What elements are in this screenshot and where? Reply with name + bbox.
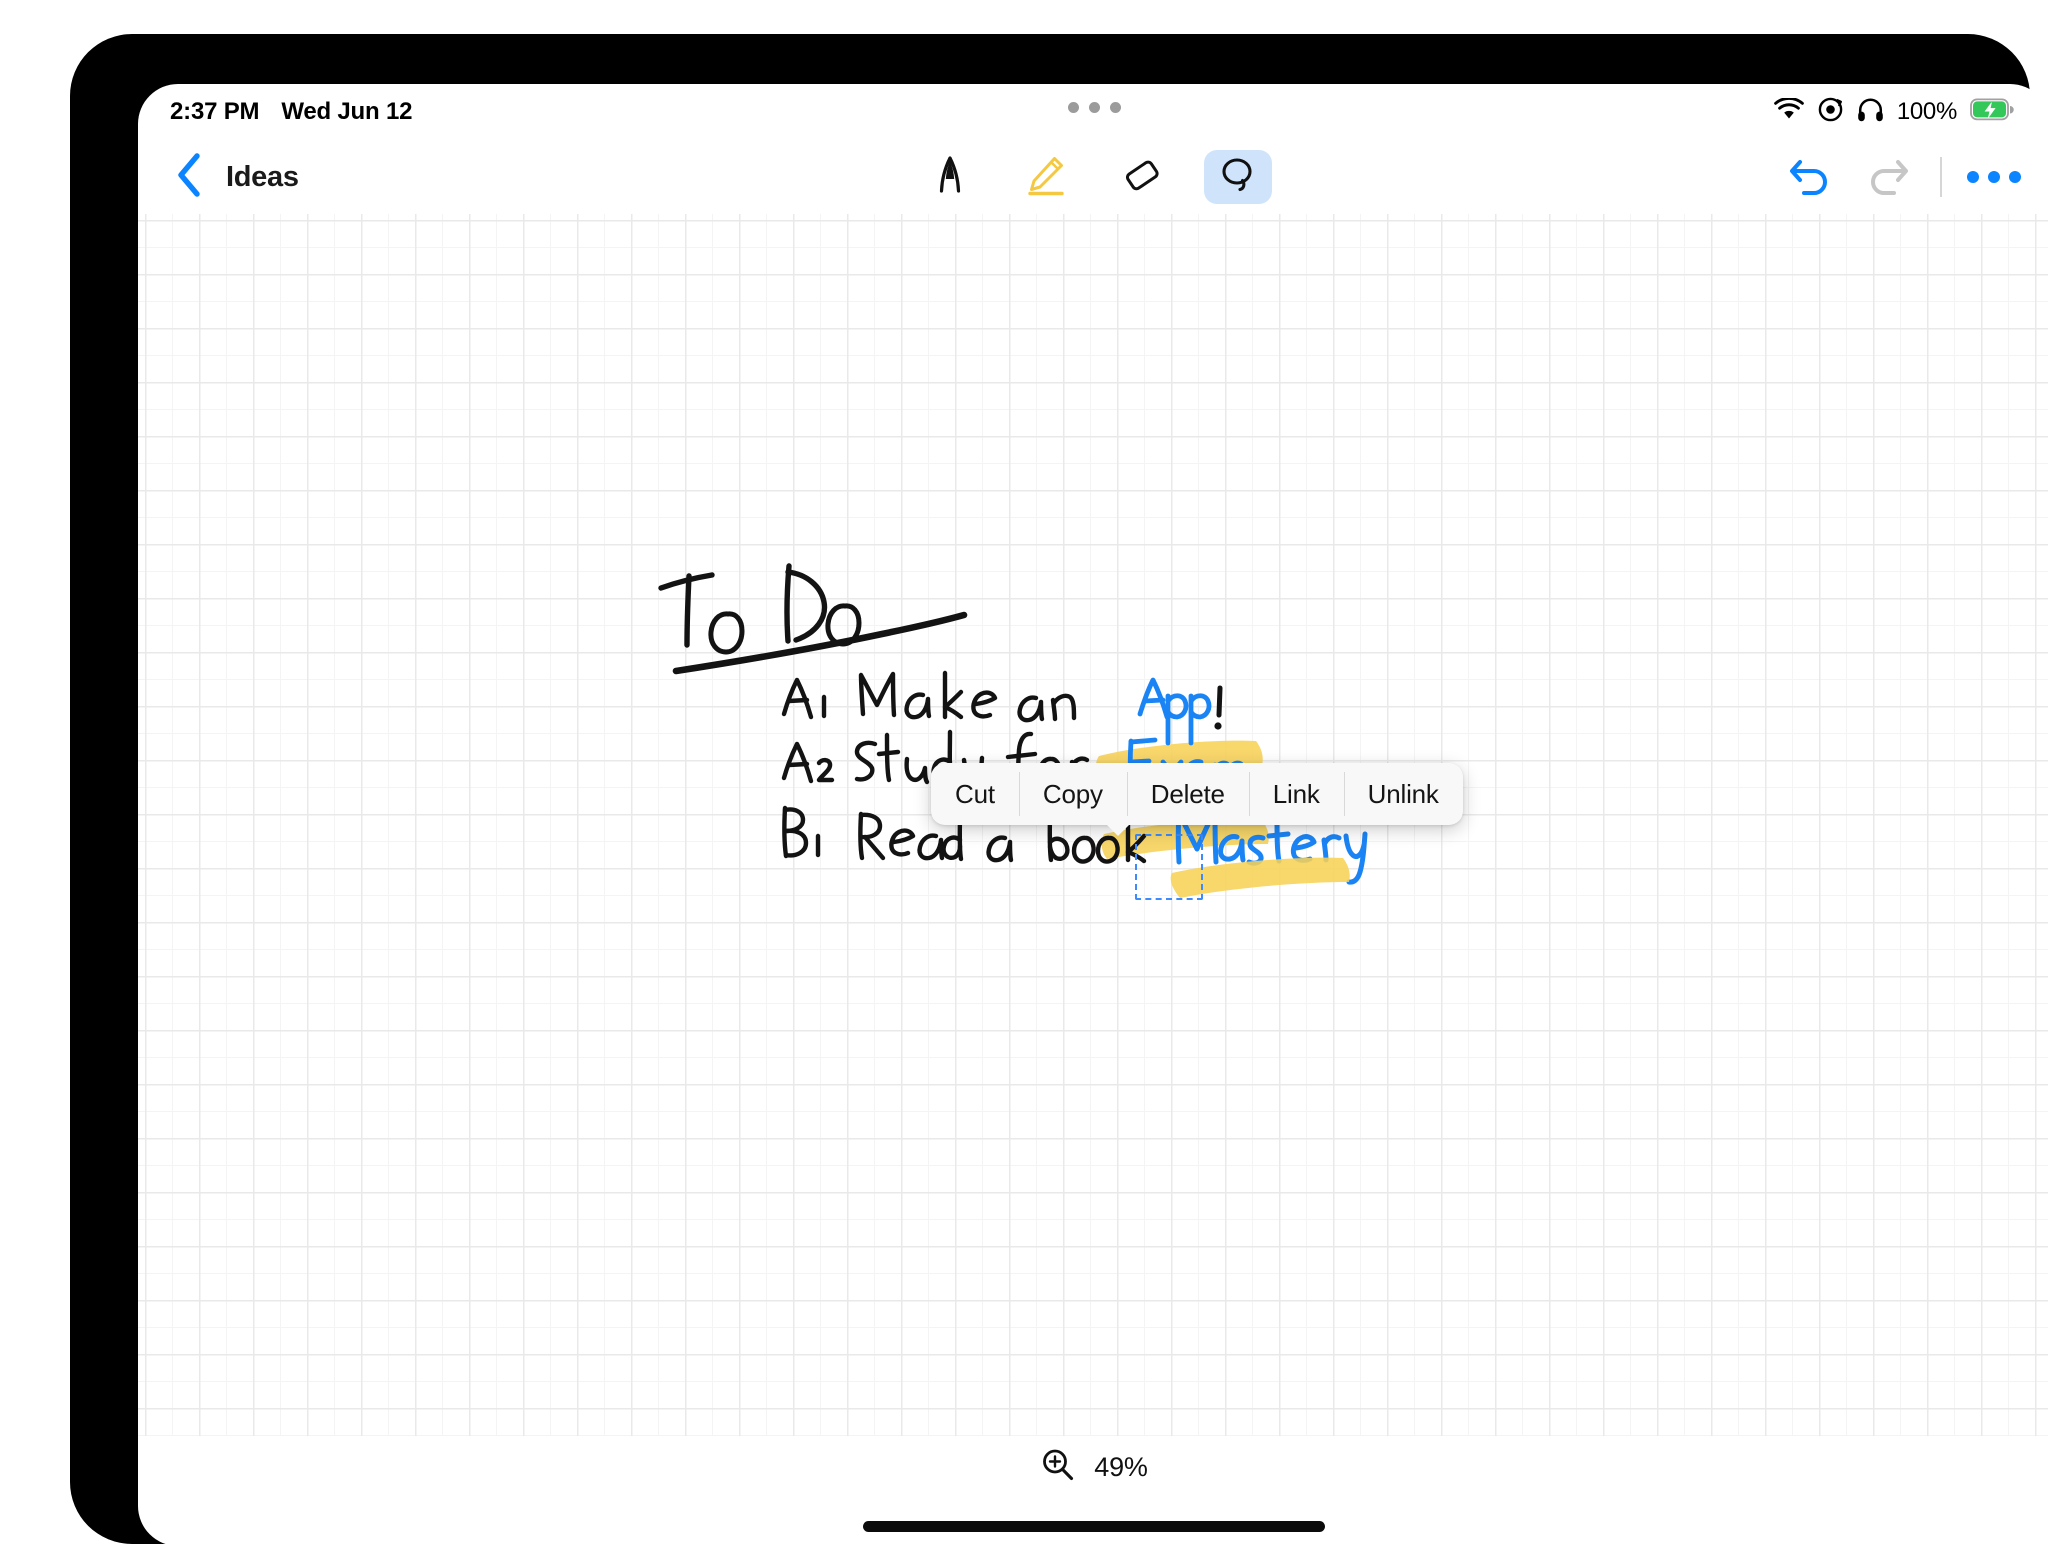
undo-button[interactable] — [1784, 151, 1836, 203]
status-time: 2:37 PM — [170, 98, 260, 125]
ipad-screen: 2:37 PM Wed Jun 12 100% Ideas Cut Copy D… — [138, 84, 2048, 1546]
context-menu-item-copy[interactable]: Copy — [1018, 763, 1127, 825]
page-title: Ideas — [226, 160, 299, 193]
status-bar-right: 100% — [1773, 96, 2014, 128]
handwriting-link-app — [1137, 677, 1212, 746]
more-options-button[interactable] — [1967, 151, 2021, 203]
multitask-dot — [1109, 102, 1121, 113]
headphones-icon — [1857, 97, 1884, 128]
battery-percent: 100% — [1896, 98, 1957, 125]
lasso-selection-box[interactable] — [1135, 834, 1203, 900]
pen-nib-icon — [933, 155, 967, 200]
battery-charging-icon — [1970, 98, 2014, 126]
zoom-in-magnifier-icon[interactable] — [1040, 1447, 1076, 1488]
status-bar-left: 2:37 PM Wed Jun 12 — [170, 98, 412, 126]
zoom-level-label: 49% — [1094, 1451, 1148, 1482]
lasso-tool-button[interactable] — [1204, 150, 1272, 204]
handwriting-ink-layer — [658, 563, 1368, 898]
multitask-dot — [1088, 102, 1100, 113]
redo-button[interactable] — [1862, 151, 1914, 203]
lasso-icon — [1218, 155, 1258, 200]
zoom-control-bar: 49% — [138, 1436, 2048, 1498]
context-menu-item-delete[interactable]: Delete — [1126, 763, 1249, 825]
more-options-icon — [1967, 171, 2021, 183]
toolbar-divider — [1940, 157, 1942, 197]
redo-arrow-icon — [1865, 154, 1911, 201]
multitask-handle[interactable] — [138, 102, 2048, 113]
highlighter-pencil-icon — [1024, 154, 1068, 201]
context-menu-item-link[interactable]: Link — [1248, 763, 1344, 825]
handwritten-title — [658, 563, 862, 655]
eraser-tool-button[interactable] — [1108, 150, 1176, 204]
home-indicator[interactable] — [863, 1521, 1325, 1532]
rotation-lock-icon — [1817, 96, 1844, 128]
ipad-bezel: 2:37 PM Wed Jun 12 100% Ideas Cut Copy D… — [70, 34, 2048, 1546]
nav-right-actions — [1784, 151, 2021, 203]
more-dot — [1967, 171, 1979, 183]
back-chevron-icon — [174, 151, 204, 204]
ipad-device-frame: 2:37 PM Wed Jun 12 100% Ideas Cut Copy D… — [26, 8, 2048, 1554]
multitask-dot — [1067, 102, 1079, 113]
navigation-toolbar: Ideas — [138, 140, 2048, 214]
highlighter-tool-button[interactable] — [1012, 150, 1080, 204]
status-bar: 2:37 PM Wed Jun 12 100% — [138, 84, 2048, 140]
eraser-icon — [1122, 156, 1162, 199]
context-menu: Cut Copy Delete Link Unlink — [931, 763, 1463, 825]
more-dot — [2009, 171, 2021, 183]
more-dot — [1988, 171, 2000, 183]
wifi-icon — [1773, 96, 1804, 126]
context-menu-item-unlink[interactable]: Unlink — [1343, 763, 1463, 825]
context-menu-item-cut[interactable]: Cut — [931, 763, 1019, 825]
status-date: Wed Jun 12 — [281, 98, 413, 125]
pen-tool-button[interactable] — [916, 150, 984, 204]
back-button[interactable] — [168, 152, 210, 202]
undo-arrow-icon — [1787, 154, 1833, 201]
note-canvas[interactable]: Cut Copy Delete Link Unlink — [138, 214, 2048, 1436]
drawing-tools-group — [916, 150, 1272, 204]
